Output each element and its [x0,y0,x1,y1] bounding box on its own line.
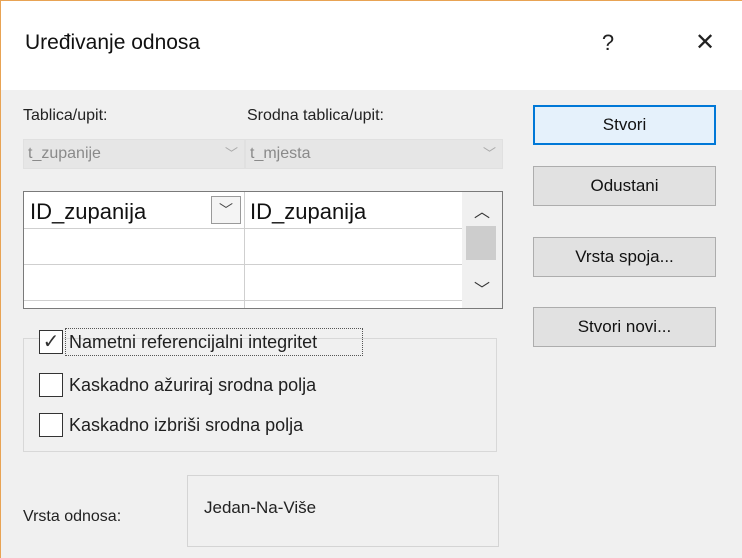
relationship-type-box: Jedan-Na-Više [187,475,499,547]
dialog-title: Uređivanje odnosa [25,31,201,54]
relationship-type-label: Vrsta odnosa: [23,508,122,525]
related-table-select[interactable]: t_mjesta ﹀ [245,139,503,169]
cancel-button[interactable]: Odustani [533,166,716,206]
table-label: Tablica/upit: [23,107,108,124]
close-icon[interactable]: ✕ [685,23,725,63]
grid-cell-right[interactable]: ID_zupanija [250,199,366,225]
related-table-select-value: t_mjesta [250,145,311,162]
scroll-up-icon[interactable]: ︿ [462,198,502,222]
checkbox[interactable]: ✓ [39,330,63,354]
grid-column-divider [244,192,245,308]
chevron-down-icon: ﹀ [224,146,238,161]
grid-row-divider [24,264,462,265]
grid-scrollbar[interactable]: ︿ ﹀ [462,192,502,308]
checkbox[interactable] [39,413,63,437]
checkbox-label: Kaskadno ažuriraj srodna polja [69,375,317,395]
table-select[interactable]: t_zupanije ﹀ [23,139,245,169]
checkbox[interactable] [39,373,63,397]
title-bar: Uređivanje odnosa ? ✕ [1,1,742,90]
create-button[interactable]: Stvori [533,105,716,145]
related-table-label: Srodna tablica/upit: [247,107,384,124]
grid-cell-left[interactable]: ID_zupanija [30,199,146,225]
create-new-button[interactable]: Stvori novi... [533,307,716,347]
scroll-thumb[interactable] [466,226,496,260]
chevron-down-icon[interactable]: ﹀ [211,196,241,224]
chevron-down-icon: ﹀ [482,146,496,161]
checkbox-label: Nametni referencijalni integritet [69,332,318,352]
help-icon[interactable]: ? [591,23,625,63]
field-mapping-grid: ID_zupanija ﹀ ID_zupanija ︿ ﹀ [23,191,503,309]
table-select-value: t_zupanije [28,145,101,162]
grid-row-divider [24,300,462,301]
checkbox-label: Kaskadno izbriši srodna polja [69,415,304,435]
edit-relationships-dialog: Uređivanje odnosa ? ✕ Tablica/upit: Srod… [0,0,742,558]
relationship-type-value: Jedan-Na-Više [204,498,317,517]
scroll-down-icon[interactable]: ﹀ [462,276,502,300]
join-type-button[interactable]: Vrsta spoja... [533,237,716,277]
grid-row-divider [24,228,462,229]
